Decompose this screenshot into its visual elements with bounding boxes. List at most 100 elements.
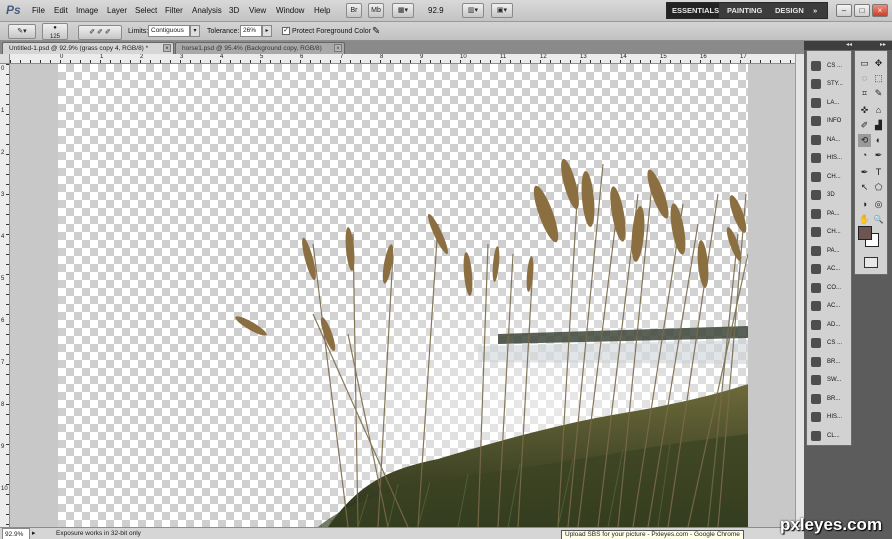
close-tab-icon[interactable]: × [334,44,342,52]
launch-bridge-button[interactable]: Br [346,3,362,18]
panel-item-channels[interactable]: CH... [807,223,851,241]
pen-tool-icon[interactable]: ✒ [858,166,871,179]
tab-untitled-1[interactable]: Untitled-1.psd @ 92.9% (grass copy 4, RG… [2,42,174,54]
minimize-button[interactable]: – [836,4,852,17]
panel-item-animation[interactable]: AC... [807,297,851,315]
move-tool-icon[interactable]: ✥ [872,57,885,70]
panel-item-brush[interactable]: BR... [807,353,851,371]
clone-stamp-tool-icon[interactable]: ✐ [858,119,871,132]
screen-mode-dropdown[interactable]: ▣▾ [491,3,513,18]
menu-analysis[interactable]: Analysis [192,0,222,22]
vertical-scrollbar[interactable] [795,54,804,527]
tolerance-slider-arrow[interactable]: ▸ [262,25,272,37]
panel-item-info[interactable]: INFO [807,112,851,130]
menu-window[interactable]: Window [276,0,304,22]
hand-tool-icon[interactable]: ✋ [858,213,871,226]
maximize-button[interactable]: □ [854,4,870,17]
workspace-painting[interactable]: PAINTING [727,3,762,18]
3d-orbit-tool-icon[interactable]: ◎ [872,198,885,211]
menu-image[interactable]: Image [76,0,98,22]
dodge-tool-icon[interactable]: ✒ [872,149,885,162]
brush-dot-icon: ● [53,25,57,31]
panel-item-navigator[interactable]: NA... [807,131,851,149]
menu-file[interactable]: File [32,0,45,22]
tab-horse1[interactable]: horse1.psd @ 95.4% (Background copy, RGB… [175,42,345,54]
status-arrow-icon[interactable]: ▸ [32,528,36,539]
ruler-h-label: 10 [460,54,467,60]
panel-item-swatches[interactable]: SW... [807,371,851,389]
clone-source-icon [811,338,821,348]
view-extras-dropdown[interactable]: ▦▾ [392,3,414,18]
workspace-more-button[interactable]: » [813,3,817,18]
panel-item-brush-presets[interactable]: BR... [807,390,851,408]
zoom-tool-icon[interactable]: 🔍 [872,213,885,226]
panel-item-paragraph[interactable]: PA... [807,242,851,260]
panel-item-styles[interactable]: STY... [807,75,851,93]
actions-icon [811,264,821,274]
blur-tool-icon[interactable]: ◔ [858,149,871,162]
quick-mask-button[interactable] [864,257,878,268]
eyedropper-tool-icon[interactable]: ✎ [872,87,885,100]
history-brush-tool-icon[interactable]: ▟ [872,119,885,132]
canvas-pasteboard[interactable] [10,64,804,527]
foreground-color-swatch[interactable] [858,226,872,240]
expand-icon[interactable]: ▸▸ [880,41,886,50]
close-tab-icon[interactable]: × [163,44,171,52]
menu-filter[interactable]: Filter [165,0,183,22]
close-button[interactable]: × [872,4,888,17]
panel-item-histogram[interactable]: HIS... [807,149,851,167]
arrange-documents-dropdown[interactable]: ▥▾ [462,3,484,18]
ruler-h-label: 12 [540,54,547,60]
panel-item-color[interactable]: CO... [807,279,851,297]
panel-item-clone[interactable]: CL... [807,427,851,445]
status-zoom-field[interactable]: 92.9% [2,528,30,539]
brush-preset-picker[interactable]: ● 125 [42,23,68,40]
type-tool-icon[interactable]: T [872,166,885,179]
menu-edit[interactable]: Edit [54,0,68,22]
zoom-level-dropdown[interactable]: 92.9 [428,0,444,22]
collapse-icon[interactable]: ◂◂ [846,41,852,50]
menu-3d[interactable]: 3D [229,0,239,22]
quick-selection-tool-icon[interactable]: ⬚ [872,72,885,85]
tablet-pressure-icon[interactable]: ✎ [372,22,380,41]
menu-layer[interactable]: Layer [107,0,127,22]
panel-item-clone-source[interactable]: CS ... [807,334,851,352]
path-selection-tool-icon[interactable]: ↖ [858,181,871,194]
lasso-tool-icon[interactable]: ◌ [858,72,871,85]
gradient-tool-icon[interactable]: ◐ [872,134,885,147]
shape-tool-icon[interactable]: ⬠ [872,181,885,194]
navigator-icon [811,135,821,145]
ruler-v-label: 1 [1,108,5,114]
healing-brush-tool-icon[interactable]: ✜ [858,104,871,117]
workspace-essentials[interactable]: ESSENTIALS [667,3,719,18]
ruler-v-label: 7 [1,360,5,366]
crop-tool-icon[interactable]: ⌗ [858,87,871,100]
eraser-tool-icon[interactable]: ⟲ [858,134,871,147]
ruler-v-label: 10 [1,486,8,492]
sampling-mode-buttons[interactable]: ✐ ✐ ✐ [78,25,122,40]
brush-tool-icon[interactable]: ⌂ [872,104,885,117]
panel-item-actions[interactable]: AC... [807,260,851,278]
ruler-h-label: 0 [60,54,64,60]
panel-item-history[interactable]: HIS... [807,408,851,426]
panel-item-character[interactable]: CH... [807,168,851,186]
protect-foreground-checkbox[interactable]: ✓ [282,27,290,35]
menu-help[interactable]: Help [314,0,330,22]
panel-item-layers[interactable]: LA... [807,94,851,112]
limits-dropdown-arrow[interactable]: ▾ [190,25,200,37]
menu-view[interactable]: View [249,0,266,22]
ruler-origin[interactable] [0,54,10,64]
panel-item-paths[interactable]: PA... [807,205,851,223]
tool-preset-picker[interactable]: ✎▾ [8,24,36,39]
launch-minibridge-button[interactable]: Mb [368,3,384,18]
workspace-design[interactable]: DESIGN [775,3,804,18]
panel-item-color-swatches[interactable]: CS ... [807,57,851,75]
panel-item-3d[interactable]: 3D [807,186,851,204]
menu-select[interactable]: Select [135,0,157,22]
tolerance-input[interactable]: 26% [240,25,262,37]
limits-select[interactable]: Contiguous [148,25,190,37]
panel-item-adjustments[interactable]: AD... [807,316,851,334]
marquee-tool-icon[interactable]: ▭ [858,57,871,70]
3d-rotate-tool-icon[interactable]: ◑ [858,198,871,211]
document-canvas[interactable] [58,64,748,527]
